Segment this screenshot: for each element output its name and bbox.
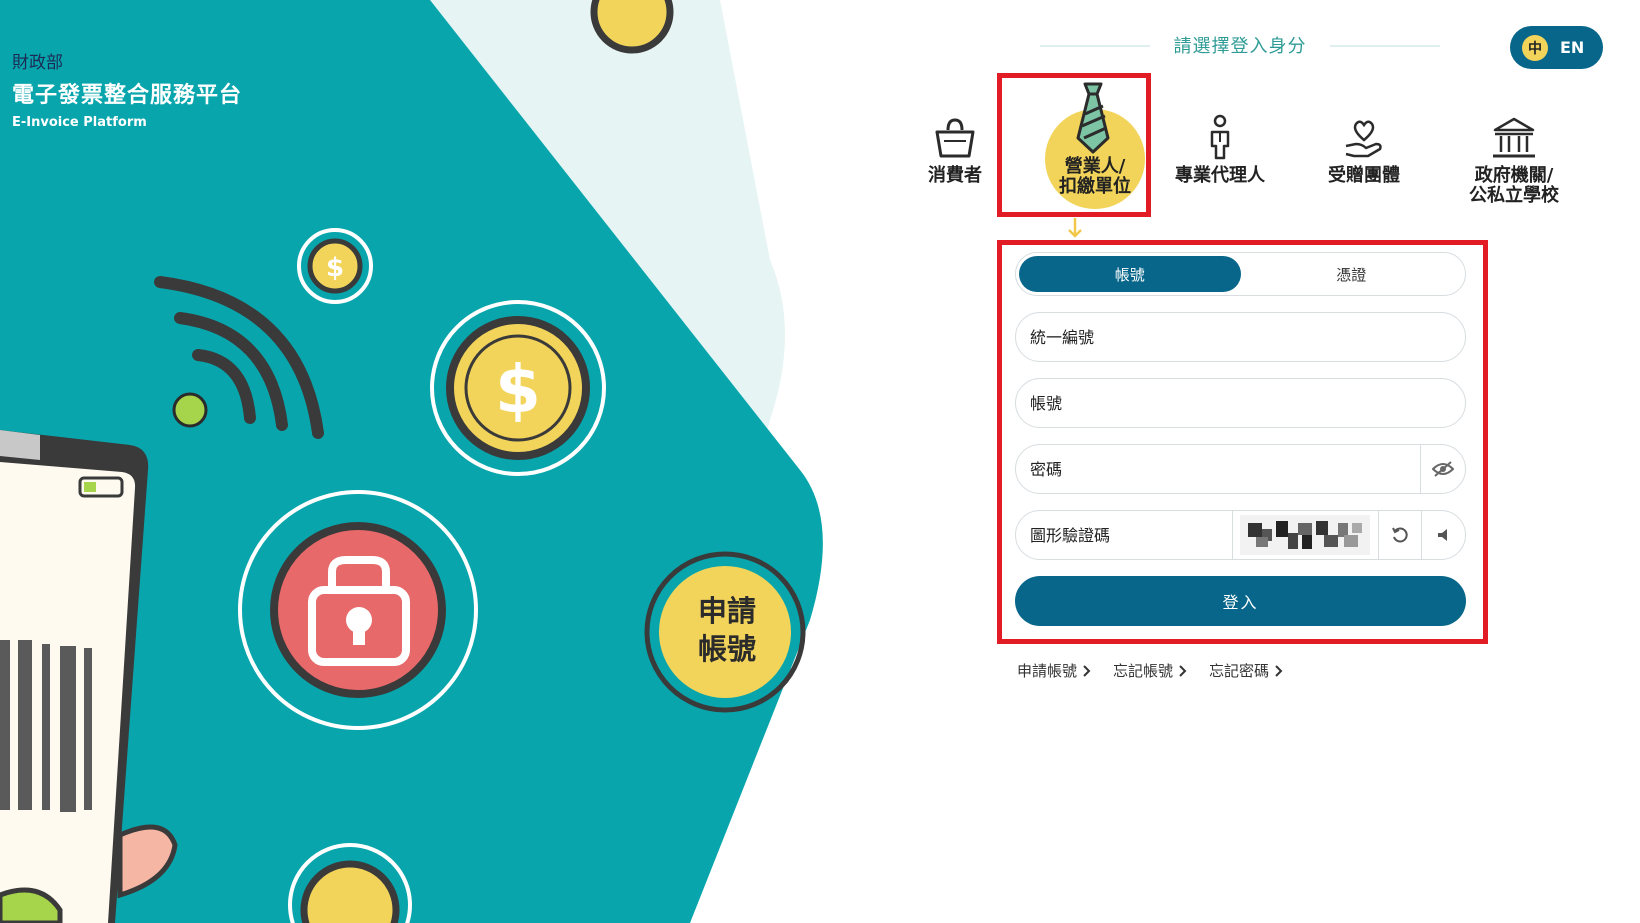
chevron-right-icon [1275, 664, 1283, 677]
language-switch[interactable]: 中 EN [1510, 26, 1603, 69]
link-apply-account-label: 申請帳號 [1017, 662, 1078, 680]
choose-identity-header: 請選擇登入身分 [1040, 30, 1440, 60]
eye-off-icon [1432, 461, 1454, 477]
role-consumer[interactable]: 消費者 [920, 80, 990, 186]
svg-text:$: $ [326, 253, 344, 283]
account-field [1015, 378, 1466, 428]
link-forgot-password-label: 忘記密碼 [1209, 662, 1270, 680]
helper-links: 申請帳號 忘記帳號 忘記密碼 [1017, 660, 1283, 681]
role-highlight-box [997, 73, 1151, 217]
chevron-right-icon [1179, 664, 1187, 677]
ministry-name: 財政部 [12, 53, 63, 73]
apply-coin-line2: 帳號 [697, 632, 756, 666]
captcha-input[interactable] [1016, 511, 1232, 559]
tab-certificate[interactable]: 憑證 [1241, 256, 1463, 292]
refresh-icon [1392, 527, 1408, 543]
platform-title: 電子發票整合服務平台 [12, 83, 243, 108]
platform-subtitle: E-Invoice Platform [12, 115, 147, 130]
role-consumer-label: 消費者 [928, 165, 982, 186]
password-field [1015, 444, 1466, 494]
login-method-tabs: 帳號 憑證 [1015, 252, 1466, 296]
business-id-input[interactable] [1016, 313, 1465, 361]
heart-hand-icon [1318, 80, 1410, 160]
government-building-icon [1458, 80, 1570, 160]
role-professional-agent[interactable]: 專業代理人 [1168, 80, 1272, 186]
divider-left [1040, 45, 1150, 47]
shopping-bag-icon [920, 80, 990, 160]
role-government[interactable]: 政府機關/ 公私立學校 [1458, 80, 1570, 206]
role-charity[interactable]: 受贈團體 [1318, 80, 1410, 186]
role-professional-agent-label: 專業代理人 [1175, 165, 1265, 186]
link-forgot-account-label: 忘記帳號 [1113, 662, 1174, 680]
choose-identity-text: 請選擇登入身分 [1173, 36, 1307, 57]
refresh-captcha-button[interactable] [1377, 511, 1422, 559]
lang-en-button[interactable]: EN [1560, 38, 1584, 57]
divider-right [1330, 45, 1440, 47]
hero-background-art: $ $ [0, 0, 823, 923]
role-government-label-line1: 政府機關/ [1474, 165, 1554, 186]
person-icon [1168, 80, 1272, 160]
brand-logo[interactable]: 財政部 電子發票整合服務平台 E-Invoice Platform [12, 48, 242, 130]
toggle-password-visibility[interactable] [1420, 445, 1465, 493]
role-government-label-line2: 公私立學校 [1469, 185, 1559, 206]
captcha-field [1015, 510, 1466, 560]
login-form: 帳號 憑證 統一編號 帳號 圖形驗證碼 登入 [1015, 252, 1466, 626]
lang-zh-button[interactable]: 中 [1522, 34, 1548, 61]
audio-captcha-button[interactable] [1421, 511, 1465, 559]
speaker-icon [1437, 529, 1447, 541]
link-forgot-account[interactable]: 忘記帳號 [1113, 660, 1187, 681]
captcha-image [1232, 511, 1378, 559]
role-government-label: 政府機關/ 公私立學校 [1458, 166, 1570, 206]
chevron-right-icon [1083, 664, 1091, 677]
password-input[interactable] [1016, 445, 1420, 493]
login-button[interactable]: 登入 [1015, 576, 1466, 626]
hero-illustration: $ $ 財政部 電子發票整合服務平台 E-Invoice Platform 申請… [0, 0, 880, 923]
account-input[interactable] [1016, 379, 1465, 427]
link-apply-account[interactable]: 申請帳號 [1017, 660, 1091, 681]
tab-account[interactable]: 帳號 [1019, 256, 1241, 292]
apply-account-coin[interactable]: 申請 帳號 [672, 592, 782, 668]
role-charity-label: 受贈團體 [1328, 165, 1400, 186]
link-forgot-password[interactable]: 忘記密碼 [1209, 660, 1283, 681]
svg-text:$: $ [495, 351, 541, 428]
business-id-field [1015, 312, 1466, 362]
apply-coin-line1: 申請 [697, 594, 756, 628]
